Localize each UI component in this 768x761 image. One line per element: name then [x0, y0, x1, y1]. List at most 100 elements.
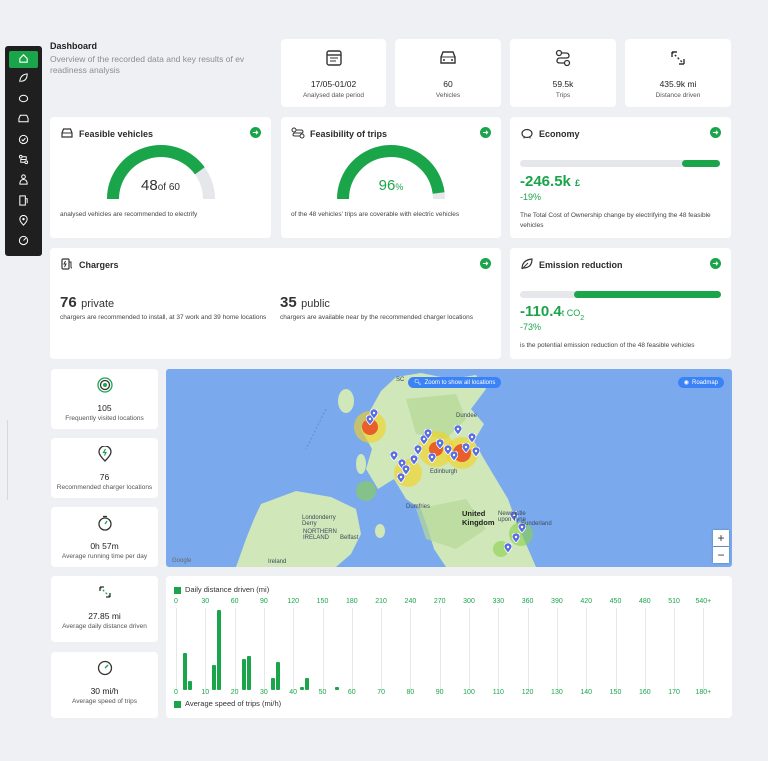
sidebar-item-speed[interactable]: [9, 234, 38, 251]
bottom-tick-label: 170: [668, 689, 680, 696]
map-label-ireland: Ireland: [268, 559, 287, 565]
card-caption: of the 48 vehicles' trips are coverable …: [291, 211, 460, 218]
stat-label: Vehicles: [435, 92, 461, 99]
grid-line: [322, 608, 324, 690]
stat-frequent-locations[interactable]: 105 Frequently visited locations: [51, 369, 158, 429]
top-tick-label: 390: [551, 598, 563, 605]
map-pin-icon[interactable]: [369, 406, 379, 420]
speed-bar[interactable]: [217, 610, 222, 690]
stat-date-period[interactable]: 17/05-01/02 Analysed date period: [281, 39, 386, 107]
grid-line: [556, 608, 558, 690]
sidebar-item-charging-station[interactable]: [9, 193, 38, 210]
map-pin-icon[interactable]: [471, 444, 481, 458]
card-title: Feasible vehicles: [79, 129, 154, 139]
grid-line: [644, 608, 646, 690]
sidebar-item-person[interactable]: [9, 173, 38, 190]
map-pin-icon[interactable]: [511, 530, 521, 544]
bottom-tick-label: 110: [492, 689, 504, 696]
map-pin-icon[interactable]: [453, 422, 463, 436]
map-pin-icon[interactable]: [423, 426, 433, 440]
zoom-all-button[interactable]: 🔍︎ Zoom to show all locations: [408, 377, 502, 388]
roadmap-label: Roadmap: [691, 379, 718, 386]
sidebar-item-leaf[interactable]: [9, 71, 38, 88]
stat-label: Frequently visited locations: [65, 415, 144, 422]
bottom-tick-label: 140: [580, 689, 593, 696]
map-pin-icon[interactable]: [503, 540, 513, 554]
stat-trips[interactable]: 59.5k Trips: [510, 39, 616, 107]
speed-bar[interactable]: [275, 662, 280, 690]
gauge-of: of 60: [157, 182, 180, 193]
top-tick-label: 420: [580, 598, 593, 605]
emission-unit-sub: 2: [580, 315, 585, 323]
sidebar-item-location-pin[interactable]: [9, 213, 38, 230]
route-icon: [291, 127, 305, 141]
chargers-card: Chargers 76 private chargers are recomme…: [50, 248, 501, 359]
speed-bar[interactable]: [305, 677, 310, 690]
zoom-all-label: Zoom to show all locations: [424, 379, 496, 386]
grid-line: [176, 608, 177, 690]
distance-bar[interactable]: [270, 677, 275, 690]
map-pin-icon[interactable]: [435, 436, 445, 450]
open-arrow-button[interactable]: [710, 258, 721, 269]
search-icon: 🔍︎: [414, 380, 422, 386]
sidebar-item-car[interactable]: [9, 112, 38, 129]
private-caption: chargers are recommended to install, at …: [60, 314, 267, 321]
speed-bar[interactable]: [334, 686, 339, 690]
target-icon: [51, 377, 158, 393]
bottom-tick-label: 150: [609, 689, 622, 696]
home-icon: [18, 51, 29, 69]
sidebar-item-home[interactable]: [9, 51, 38, 68]
google-logo: Google: [172, 558, 192, 564]
speedometer-icon: [51, 660, 158, 676]
distance-bar[interactable]: [300, 686, 305, 690]
stat-daily-distance[interactable]: 27.85 mi Average daily distance driven: [51, 576, 158, 642]
distance-bar[interactable]: [183, 653, 187, 690]
map-pin-icon[interactable]: [389, 448, 399, 462]
emission-unit: t CO: [561, 308, 581, 318]
map-layer-icon: ◉: [683, 380, 689, 386]
page-subtitle: Overview of the recorded data and key re…: [50, 54, 245, 75]
map-pin-icon[interactable]: [467, 430, 477, 444]
roadmap-button[interactable]: ◉ Roadmap: [677, 377, 724, 388]
economy-value: -246.5k: [520, 173, 571, 190]
card-caption: is the potential emission reduction of t…: [520, 342, 695, 349]
distance-bar[interactable]: [241, 659, 246, 690]
stat-value: 105: [97, 403, 112, 413]
map-pin-icon[interactable]: [427, 450, 437, 464]
stat-vehicles[interactable]: 60 Vehicles: [395, 39, 501, 107]
top-tick-label: 450: [609, 598, 622, 605]
card-title: Emission reduction: [539, 260, 623, 270]
legend-bottom-label: Average speed of trips (mi/h): [185, 699, 282, 708]
map-pin-icon[interactable]: [449, 448, 459, 462]
stat-distance[interactable]: 435.9k mi Distance driven: [625, 39, 731, 107]
zoom-in-button[interactable]: +: [713, 530, 729, 546]
map-pin-icon[interactable]: [396, 470, 406, 484]
open-arrow-button[interactable]: [710, 127, 721, 138]
stat-value: 17/05-01/02: [310, 79, 357, 89]
piggy-bank-icon: [520, 127, 534, 141]
card-caption: analysed vehicles are recommended to ele…: [60, 211, 198, 218]
grid-line: [263, 608, 265, 690]
speed-icon: [18, 233, 29, 251]
locations-map[interactable]: United Kingdom NORTHERN IRELAND Ireland …: [166, 369, 732, 567]
map-pin-icon[interactable]: [413, 442, 423, 456]
speed-bar[interactable]: [188, 680, 192, 690]
sidebar-item-route[interactable]: [9, 153, 38, 170]
stat-charger-locations[interactable]: 76 Recommended charger locations: [51, 438, 158, 498]
bottom-tick-label: 60: [347, 689, 356, 696]
zoom-out-button[interactable]: −: [713, 547, 729, 563]
car-icon: [395, 49, 501, 67]
speed-bar[interactable]: [246, 656, 251, 690]
sidebar-item-check-circle[interactable]: [9, 132, 38, 149]
economy-bar-track: [520, 160, 720, 167]
stat-running-time[interactable]: 0h 57m Average running time per day: [51, 507, 158, 567]
open-arrow-button[interactable]: [480, 127, 491, 138]
open-arrow-button[interactable]: [480, 258, 491, 269]
card-header: Chargers: [60, 258, 119, 272]
open-arrow-button[interactable]: [250, 127, 261, 138]
bottom-tick-label: 180+: [695, 689, 712, 696]
sidebar-item-piggy-bank[interactable]: [9, 92, 38, 109]
distance-bar[interactable]: [212, 665, 217, 690]
stat-average-speed[interactable]: 30 mi/h Average speed of trips: [51, 652, 158, 718]
public-label: public: [301, 298, 330, 310]
